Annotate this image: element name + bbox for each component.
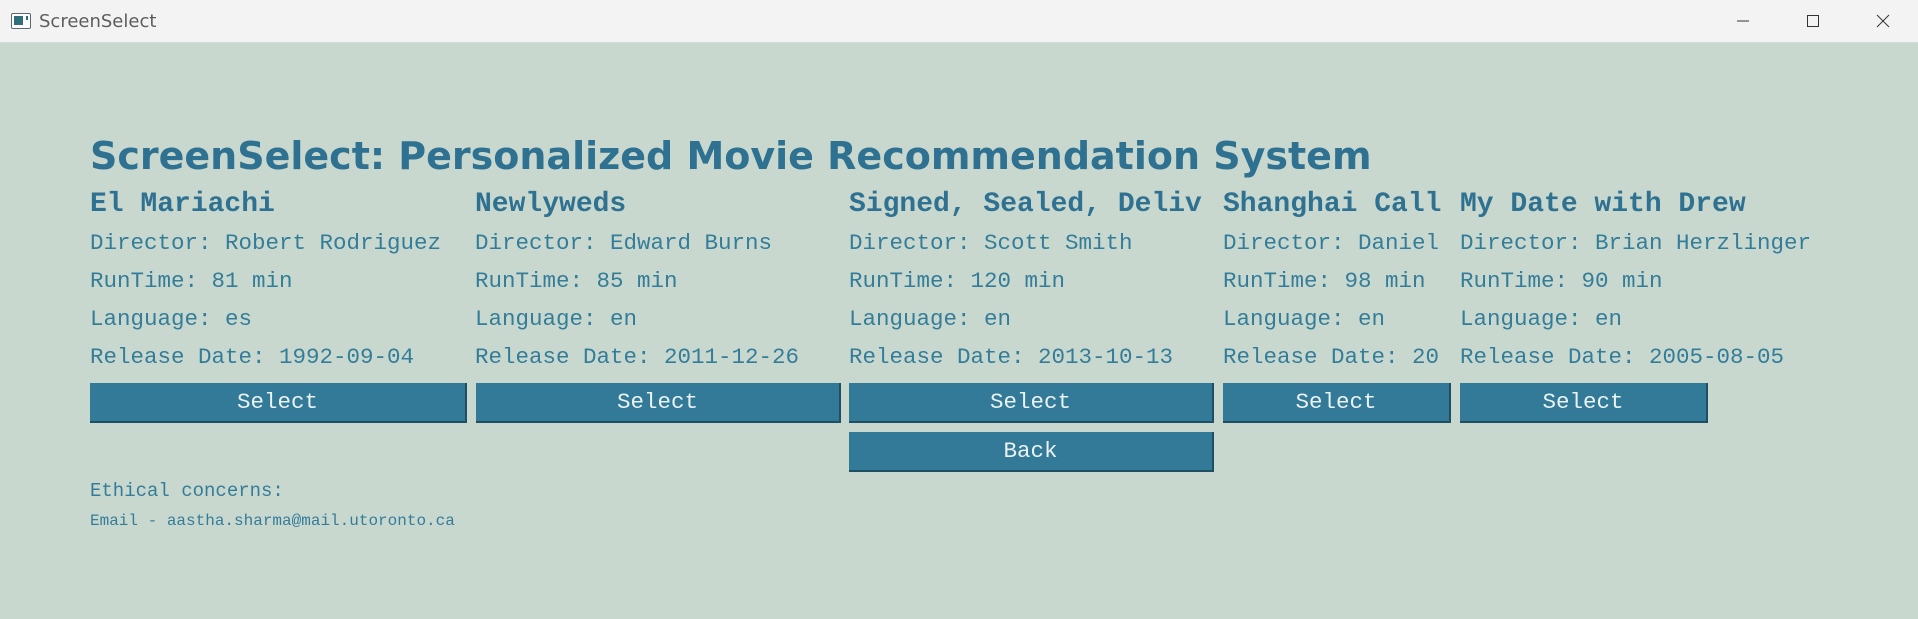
- window-controls: [1708, 0, 1918, 42]
- movie-runtime: RunTime: 98 min: [1223, 268, 1426, 294]
- movie-release-date: Release Date: 2013-10-13: [849, 344, 1174, 370]
- movie-runtime: RunTime: 85 min: [475, 268, 678, 294]
- select-button-5[interactable]: Select: [1460, 383, 1708, 423]
- close-icon[interactable]: [1848, 0, 1918, 42]
- app-icon: [11, 13, 31, 29]
- movie-release-date: Release Date: 1992-09-04: [90, 344, 415, 370]
- movie-card-1: El Mariachi Director: Robert Rodriguez R…: [90, 186, 464, 376]
- movie-director: Director: Edward Burns: [475, 230, 773, 256]
- movie-director: Director: Daniel: [1223, 230, 1440, 256]
- movie-language: Language: en: [1223, 306, 1386, 332]
- movie-language: Language: en: [1460, 306, 1623, 332]
- page-title: ScreenSelect: Personalized Movie Recomme…: [90, 134, 1372, 178]
- select-button-3[interactable]: Select: [849, 383, 1214, 423]
- movie-title: El Mariachi: [90, 189, 275, 220]
- movie-runtime: RunTime: 90 min: [1460, 268, 1663, 294]
- movie-release-date: Release Date: 2005-08-05: [1460, 344, 1785, 370]
- back-button[interactable]: Back: [849, 432, 1214, 472]
- select-button-4[interactable]: Select: [1223, 383, 1451, 423]
- movie-title: Signed, Sealed, Deliv: [849, 189, 1202, 220]
- movie-director: Director: Robert Rodriguez: [90, 230, 442, 256]
- movie-language: Language: es: [90, 306, 253, 332]
- movie-language: Language: en: [475, 306, 638, 332]
- ethical-concerns-label: Ethical concerns:: [90, 480, 284, 502]
- movie-title: My Date with Drew: [1460, 189, 1746, 220]
- maximize-icon[interactable]: [1778, 0, 1848, 42]
- minimize-icon[interactable]: [1708, 0, 1778, 42]
- movie-director: Director: Scott Smith: [849, 230, 1133, 256]
- movie-runtime: RunTime: 120 min: [849, 268, 1066, 294]
- title-bar: ScreenSelect: [0, 0, 1918, 43]
- movie-title: Shanghai Call: [1223, 189, 1442, 220]
- movie-title: Newlyweds: [475, 189, 627, 220]
- movie-runtime: RunTime: 81 min: [90, 268, 293, 294]
- movie-card-5: My Date with Drew Director: Brian Herzli…: [1460, 186, 1880, 376]
- contact-email: Email - aastha.sharma@mail.utoronto.ca: [90, 512, 455, 530]
- movie-release-date: Release Date: 2011-12-26: [475, 344, 800, 370]
- movie-card-3: Signed, Sealed, Deliv Director: Scott Sm…: [849, 186, 1223, 376]
- movie-director: Director: Brian Herzlinger: [1460, 230, 1812, 256]
- movie-language: Language: en: [849, 306, 1012, 332]
- window-title: ScreenSelect: [39, 10, 157, 32]
- select-button-1[interactable]: Select: [90, 383, 467, 423]
- movie-card-2: Newlyweds Director: Edward Burns RunTime…: [475, 186, 845, 376]
- movie-card-4: Shanghai Call Director: Daniel RunTime: …: [1223, 186, 1460, 376]
- select-button-2[interactable]: Select: [476, 383, 841, 423]
- movie-release-date: Release Date: 20: [1223, 344, 1440, 370]
